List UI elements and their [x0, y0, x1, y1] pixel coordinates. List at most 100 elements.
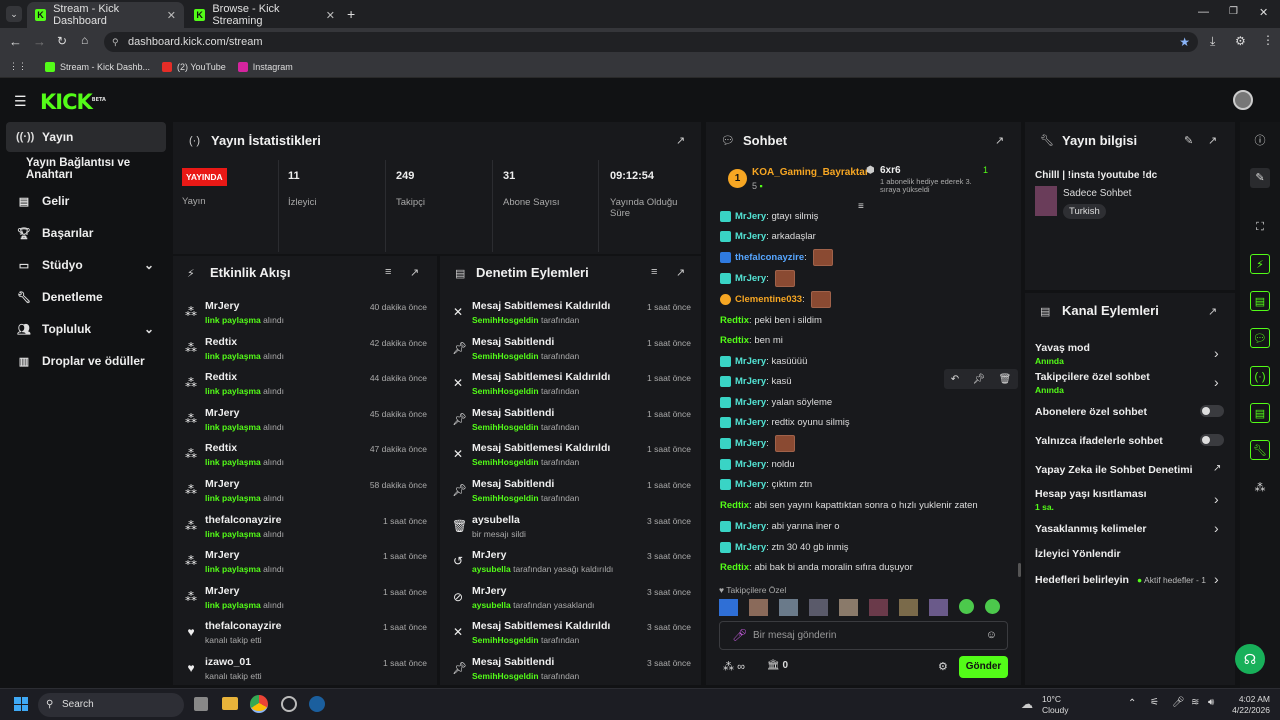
sidebar-item-achievements[interactable]: 🏆︎ Başarılar — [6, 218, 166, 248]
chat-scrollbar[interactable] — [1018, 563, 1021, 577]
gifter-name[interactable]: 6xr6 — [880, 165, 901, 176]
chat-username[interactable]: Redtix — [720, 500, 749, 511]
chevron-right-icon[interactable]: › — [1214, 345, 1219, 361]
emote-icon[interactable] — [779, 599, 798, 616]
external-link-icon[interactable]: ↗ — [1213, 463, 1221, 474]
send-button[interactable]: Gönder — [959, 656, 1008, 678]
menu-icon[interactable]: ⋮ — [1262, 33, 1274, 47]
reply-icon[interactable]: ↶ — [951, 374, 959, 385]
chat-message[interactable]: MrJery: yalan söyleme — [720, 395, 832, 409]
chat-username[interactable]: MrJery — [735, 211, 766, 222]
chat-message[interactable]: Redtix: ben mi — [720, 333, 783, 347]
edit-icon[interactable]: ✎ — [1250, 168, 1270, 188]
activity-user[interactable]: MrJery — [205, 585, 239, 597]
moderation-row[interactable]: 📌︎ Mesaj Sabitlendi SemihHosgeldin taraf… — [440, 403, 701, 439]
steam-icon[interactable] — [309, 696, 325, 712]
layers-icon[interactable]: ▤ — [1250, 403, 1270, 423]
popout-icon[interactable]: ↗ — [676, 266, 685, 279]
avatar[interactable] — [1233, 90, 1253, 110]
back-icon[interactable]: ← — [9, 34, 22, 49]
chat-message[interactable]: MrJery: — [720, 434, 796, 452]
points-infinity[interactable]: ⁂ ∞ — [723, 660, 745, 673]
emoji-icon[interactable]: ☺ — [986, 629, 997, 641]
action-banned-words[interactable]: Yasaklanmış kelimeler — [1035, 523, 1147, 535]
emote-icon[interactable] — [839, 599, 858, 616]
emote-icon[interactable] — [749, 599, 768, 616]
chat-message[interactable]: MrJery: ztn 30 40 gb inmiş — [720, 540, 849, 554]
minimize-button[interactable]: — — [1198, 6, 1209, 18]
category-name[interactable]: Sadece Sohbet — [1063, 188, 1131, 199]
action-slow-mode[interactable]: Yavaş mod Anında — [1035, 342, 1090, 366]
chevron-right-icon[interactable]: › — [1214, 374, 1219, 390]
tab-list-button[interactable]: ⌄ — [6, 6, 22, 22]
chat-message[interactable]: MrJery: kasü — [720, 374, 792, 388]
volume-icon[interactable]: 🔊︎ — [1208, 697, 1214, 708]
activity-user[interactable]: Redtix — [205, 371, 237, 383]
bookmark-youtube[interactable]: (2) YouTube — [162, 61, 226, 72]
chat-message[interactable]: MrJery: gtayı silmiş — [720, 209, 818, 223]
chat-message[interactable]: Redtix: peki ben i sildim — [720, 313, 822, 327]
chat-message[interactable]: MrJery: abi yarına iner o — [720, 519, 840, 533]
chat-username[interactable]: MrJery — [735, 417, 766, 428]
moderation-row[interactable]: ✕ Mesaj Sabitlemesi Kaldırıldı SemihHosg… — [440, 296, 701, 332]
chat-message[interactable]: MrJery: redtix oyunu silmiş — [720, 415, 850, 429]
forward-icon[interactable]: → — [33, 34, 46, 49]
chat-message[interactable]: Redtix: abi bak bi anda moralin sıfıra d… — [720, 560, 913, 574]
emote-icon[interactable] — [869, 599, 888, 616]
chat-message[interactable]: MrJery: kasüüüü — [720, 354, 807, 368]
users-icon[interactable]: ⁂ — [1250, 478, 1270, 498]
mic-icon[interactable]: 🎤︎ — [1172, 697, 1185, 708]
chat-icon[interactable]: 💬︎ — [1250, 328, 1270, 348]
extensions-icon[interactable]: ⚙ — [1235, 34, 1246, 48]
activity-user[interactable]: MrJery — [205, 478, 239, 490]
zap-icon[interactable]: ⚡︎ — [1250, 254, 1270, 274]
chat-username[interactable]: MrJery — [735, 438, 766, 449]
activity-row[interactable]: ♥ thefalconayzire kanalı takip etti 1 sa… — [173, 616, 437, 652]
trash-icon[interactable]: 🗑︎ — [999, 374, 1012, 385]
download-icon[interactable]: ⤓ — [1210, 34, 1215, 49]
chat-username[interactable]: MrJery — [735, 521, 766, 532]
chat-username[interactable]: Redtix — [720, 562, 749, 573]
edit-icon[interactable]: ✎ — [1184, 134, 1193, 147]
points-counter[interactable]: 🏛︎ 0 — [767, 660, 788, 671]
close-window-button[interactable]: ✕ — [1259, 6, 1268, 19]
activity-row[interactable]: ⁂ Redtix link paylaşma alındı 44 dakika … — [173, 367, 437, 403]
emote-icon[interactable] — [929, 599, 948, 616]
bookmark-star-icon[interactable]: ★ — [1179, 32, 1190, 52]
chat-username[interactable]: MrJery — [735, 231, 766, 242]
mic-icon[interactable]: 🎤︎ — [732, 628, 747, 642]
pinned-user[interactable]: KOA_Gaming_Bayraktar — [752, 167, 869, 178]
action-raid[interactable]: İzleyici Yönlendir — [1035, 548, 1121, 560]
sidebar-item-studio[interactable]: ▭ Stüdyo ⌄ — [6, 250, 166, 280]
chat-username[interactable]: Clementine033 — [735, 294, 802, 305]
wifi-icon[interactable]: ≋ — [1191, 697, 1199, 708]
chat-username[interactable]: MrJery — [735, 356, 766, 367]
site-info-icon[interactable]: ⚲ — [112, 32, 119, 52]
clock[interactable]: 4:02 AM 4/22/2026 — [1228, 694, 1270, 716]
activity-row[interactable]: ⁂ MrJery link paylaşma alındı 40 dakika … — [173, 296, 437, 332]
task-view-icon[interactable] — [194, 697, 208, 711]
chat-username[interactable]: thefalconayzire — [735, 252, 804, 263]
chat-username[interactable]: MrJery — [735, 376, 766, 387]
info-icon[interactable]: ⓘ — [1250, 131, 1270, 151]
activity-row[interactable]: ⁂ Redtix link paylaşma alındı 42 dakika … — [173, 332, 437, 368]
bookmark-kick[interactable]: Stream - Kick Dashb... — [45, 61, 150, 72]
activity-user[interactable]: thefalconayzire — [205, 514, 281, 526]
chat-settings-icon[interactable]: ⚙ — [938, 660, 948, 673]
emote-icon[interactable] — [985, 599, 1000, 614]
close-icon[interactable]: ✕ — [326, 9, 335, 22]
bookmark-instagram[interactable]: Instagram — [237, 61, 293, 72]
browser-tab-dashboard[interactable]: K Stream - Kick Dashboard ✕ — [27, 2, 184, 28]
activity-row[interactable]: ⁂ MrJery link paylaşma alındı 1 saat önc… — [173, 581, 437, 617]
popout-icon[interactable]: ↗ — [410, 266, 419, 279]
apps-icon[interactable]: ⋮⋮ — [9, 61, 27, 72]
broadcast-icon[interactable]: (·) — [1250, 366, 1270, 386]
action-goals[interactable]: Hedefleri belirleyin — [1035, 574, 1129, 586]
windows-start-icon[interactable] — [14, 697, 28, 711]
moderation-row[interactable]: 📌︎ Mesaj Sabitlendi SemihHosgeldin taraf… — [440, 474, 701, 510]
emote-icon[interactable] — [809, 599, 828, 616]
chevron-up-icon[interactable]: ⌃ — [1128, 698, 1136, 709]
moderation-row[interactable]: 📌︎ Mesaj Sabitlendi SemihHosgeldin taraf… — [440, 652, 701, 685]
activity-user[interactable]: Redtix — [205, 336, 237, 348]
moderation-row[interactable]: 📌︎ Mesaj Sabitlendi SemihHosgeldin taraf… — [440, 332, 701, 368]
